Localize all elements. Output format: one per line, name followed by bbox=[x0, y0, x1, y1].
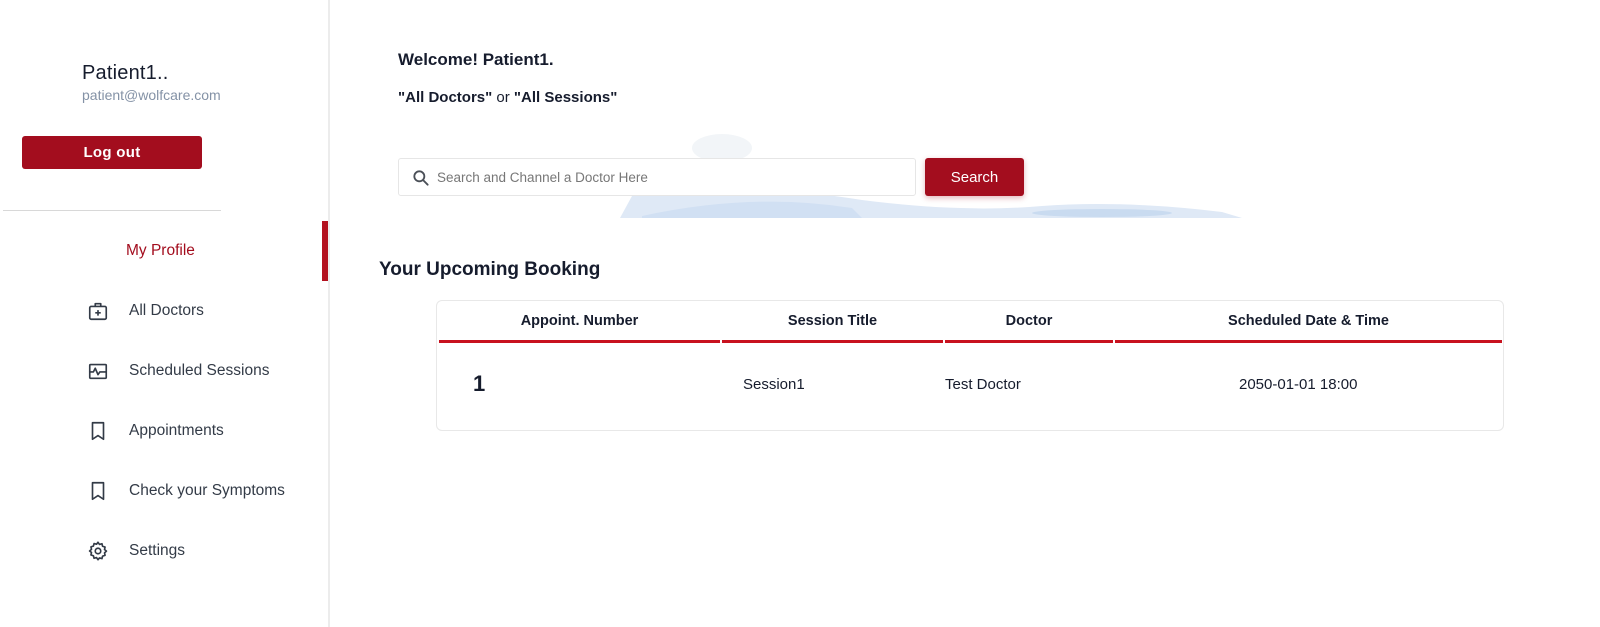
sidebar-divider bbox=[3, 210, 221, 211]
subline-or: or bbox=[492, 89, 514, 106]
column-header: Session Title bbox=[722, 309, 943, 343]
sidebar-item-my-profile[interactable]: My Profile bbox=[0, 222, 330, 280]
column-header: Scheduled Date & Time bbox=[1115, 309, 1502, 343]
appointment-number: 1 bbox=[473, 371, 486, 396]
sidebar-item-check-symptoms[interactable]: Check your Symptoms bbox=[0, 462, 330, 520]
profile-block: Patient1.. patient@wolfcare.com bbox=[82, 62, 221, 103]
active-indicator bbox=[322, 221, 328, 281]
upcoming-booking-title: Your Upcoming Booking bbox=[379, 259, 601, 280]
sidebar-item-settings[interactable]: Settings bbox=[0, 522, 330, 580]
sidebar-item-label: My Profile bbox=[126, 242, 195, 259]
logout-button[interactable]: Log out bbox=[22, 136, 202, 169]
sidebar-item-appointments[interactable]: Appointments bbox=[0, 402, 330, 460]
search-input[interactable] bbox=[437, 159, 907, 195]
all-doctors-link-text: "All Doctors" bbox=[398, 89, 493, 106]
datetime-cell: 2050-01-01 18:00 bbox=[1239, 376, 1358, 393]
bookmark-icon bbox=[86, 479, 110, 503]
all-sessions-link-text: "All Sessions" bbox=[513, 89, 618, 106]
doctor-cell: Test Doctor bbox=[945, 376, 1021, 393]
sidebar-item-scheduled-sessions[interactable]: Scheduled Sessions bbox=[0, 342, 330, 400]
sidebar-item-label: Settings bbox=[129, 542, 186, 559]
search-icon bbox=[413, 170, 429, 186]
column-header: Appoint. Number bbox=[439, 309, 720, 343]
welcome-heading: Welcome! Patient1. bbox=[398, 50, 554, 69]
sidebar-item-label: Appointments bbox=[129, 422, 224, 439]
main-content: Welcome! Patient1. "All Doctors" or "All… bbox=[332, 0, 1600, 627]
bookmark-icon bbox=[86, 419, 110, 443]
session-title-cell: Session1 bbox=[743, 376, 805, 393]
search-box bbox=[398, 158, 916, 196]
sidebar: Patient1.. patient@wolfcare.com Log out … bbox=[0, 0, 330, 627]
sidebar-item-all-doctors[interactable]: All Doctors bbox=[0, 282, 330, 340]
gear-icon bbox=[86, 539, 110, 563]
profile-name: Patient1.. bbox=[82, 62, 169, 84]
medical-kit-icon bbox=[86, 299, 110, 323]
sidebar-item-label: All Doctors bbox=[129, 302, 204, 319]
sidebar-item-label: Scheduled Sessions bbox=[129, 362, 270, 379]
profile-email: patient@wolfcare.com bbox=[82, 87, 221, 103]
column-header: Doctor bbox=[945, 309, 1113, 343]
sidebar-item-label: Check your Symptoms bbox=[129, 482, 285, 499]
schedule-icon bbox=[86, 359, 110, 383]
search-button[interactable]: Search bbox=[925, 158, 1024, 196]
welcome-subline: "All Doctors" or "All Sessions" bbox=[398, 89, 617, 106]
booking-table: Appoint. Number Session Title Doctor Sch… bbox=[436, 300, 1504, 431]
